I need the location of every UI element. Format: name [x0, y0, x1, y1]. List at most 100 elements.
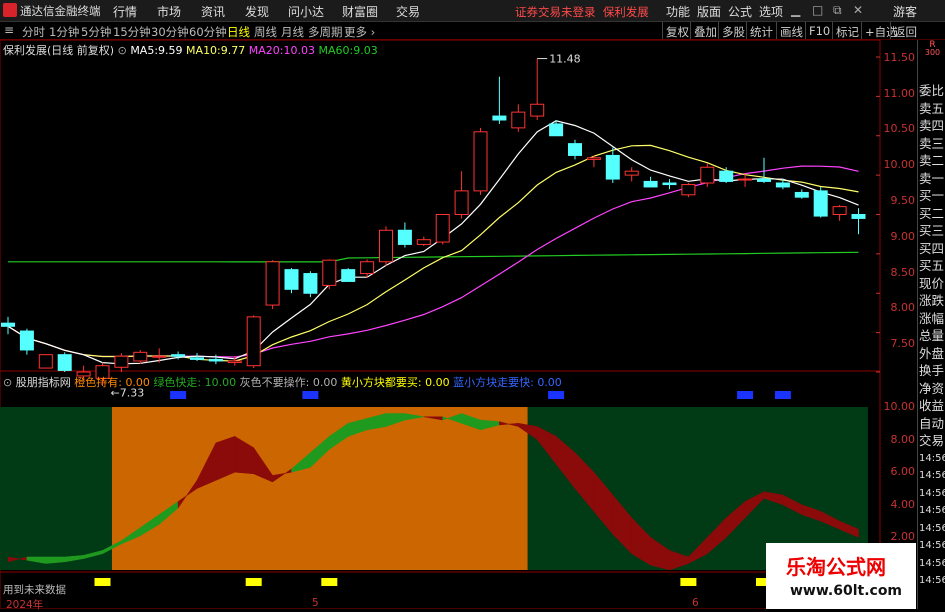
date-label: 5: [312, 597, 319, 609]
sidebar-item[interactable]: 净资: [919, 380, 945, 397]
sidebar-item[interactable]: 14:56: [919, 467, 945, 484]
sidebar-item[interactable]: 14:56: [919, 555, 945, 572]
candle-body: [681, 184, 696, 196]
indicator-zone: [111, 407, 528, 570]
candle-body: [662, 182, 677, 186]
candle-body: [133, 351, 148, 362]
sidebar-item[interactable]: 14:56: [919, 502, 945, 519]
future-data-hint: 用到未来数据: [3, 584, 66, 596]
sidebar-item[interactable]: 14:56: [919, 520, 945, 537]
candle-body: [19, 330, 34, 351]
candle-body: [794, 191, 809, 198]
sidebar-item[interactable]: 涨幅: [919, 310, 945, 327]
sidebar-item[interactable]: 买三: [919, 222, 945, 239]
sidebar-item[interactable]: 卖一: [919, 170, 945, 187]
candle-body: [454, 190, 469, 215]
y-tick: 11.50: [883, 51, 916, 64]
ma5-legend: MA5:9.59: [130, 44, 183, 57]
y-tick: 10.50: [883, 122, 916, 135]
candle-body: [114, 355, 129, 368]
blue-signal-mark: [737, 391, 754, 399]
candle-body: [719, 170, 734, 182]
ind-y-tick: 8.00: [890, 433, 916, 446]
y-tick: 11.00: [883, 87, 916, 100]
sidebar-item[interactable]: 换手: [919, 362, 945, 379]
settings-icon[interactable]: ⊙: [3, 376, 12, 389]
candle-body: [813, 190, 828, 217]
candle-body: [492, 115, 507, 121]
watermark: 乐淘公式网 www.60lt.com: [766, 543, 916, 609]
candle-body: [379, 229, 393, 263]
candle-body: [208, 358, 223, 362]
candle-body: [757, 178, 771, 182]
ind-y-tick: 10.00: [883, 400, 916, 413]
sidebar-item[interactable]: 14:56: [919, 572, 945, 589]
candle-body: [360, 261, 375, 275]
sidebar-item[interactable]: 涨跌: [919, 292, 945, 309]
candle-body: [586, 157, 601, 160]
price-axis: 11.50 11.00 10.50 10.00 9.50 9.00 8.50 8…: [880, 40, 917, 609]
y-tick: 9.50: [890, 194, 916, 207]
high-price-label: 11.48: [549, 53, 581, 66]
ind-y-tick: 4.00: [890, 498, 916, 511]
sidebar-item[interactable]: 卖五: [919, 100, 945, 117]
blue-signal-mark: [302, 391, 319, 399]
sidebar-item[interactable]: 外盘: [919, 345, 945, 362]
indicator-legend: ⊙ 股朋指标网 橙色持有: 0.00 绿色快走: 10.00 灰色不要操作: 0…: [3, 374, 562, 390]
candle-body: [341, 269, 356, 282]
yellow-signal-mark: [94, 578, 111, 586]
sidebar-item[interactable]: 交易: [919, 432, 945, 449]
yellow-signal-mark: [245, 578, 262, 586]
legend-gray-wait: 灰色不要操作: 0.00: [239, 376, 338, 389]
chart-canvas[interactable]: 11.48←7.33: [0, 0, 945, 609]
sidebar-item[interactable]: 卖三: [919, 135, 945, 152]
candle-body: [1, 322, 15, 327]
ma60-line: [8, 251, 859, 263]
sidebar-item[interactable]: 现价: [919, 275, 945, 292]
y-tick: 10.00: [883, 158, 916, 171]
candle-body: [700, 166, 715, 184]
candle-body: [284, 269, 299, 290]
y-tick: 8.00: [890, 301, 916, 314]
candle-body: [851, 214, 866, 219]
sidebar-top-num: 300: [924, 48, 941, 57]
candle-body: [568, 143, 582, 156]
y-tick: 9.00: [890, 230, 916, 243]
settings-icon[interactable]: ⊙: [118, 44, 127, 57]
sidebar-item[interactable]: 买五: [919, 257, 945, 274]
sidebar-item[interactable]: 买一: [919, 187, 945, 204]
candle-body: [246, 316, 261, 367]
candle-body: [38, 354, 53, 369]
sidebar-item[interactable]: 14:56: [919, 537, 945, 554]
quote-sidebar: R 300 委比 卖五 卖四 卖三 卖二 卖一 买一 买二 买三 买四 买五 现价 涨跌 涨幅 总量 外盘 换手…: [917, 40, 945, 609]
indicator-zone: [0, 407, 112, 570]
sidebar-item[interactable]: 总量: [919, 327, 945, 344]
ma5-line: [7, 120, 859, 365]
yellow-signal-mark: [321, 578, 338, 586]
candle-body: [265, 261, 280, 306]
sidebar-item[interactable]: 14:56: [919, 485, 945, 502]
blue-signal-mark: [170, 391, 187, 399]
sidebar-item[interactable]: 买四: [919, 240, 945, 257]
ma60-legend: MA60:9.03: [318, 44, 378, 57]
candle-body: [435, 214, 450, 243]
sidebar-item[interactable]: 卖四: [919, 117, 945, 134]
y-tick: 7.50: [890, 337, 916, 350]
sidebar-item[interactable]: 委比: [919, 82, 945, 99]
y-tick: 8.50: [890, 266, 916, 279]
sidebar-item[interactable]: 买二: [919, 205, 945, 222]
sidebar-item[interactable]: 卖二: [919, 152, 945, 169]
sidebar-item[interactable]: 14:56: [919, 450, 945, 467]
sidebar-item[interactable]: 自动: [919, 415, 945, 432]
candle-body: [303, 273, 318, 294]
sidebar-item[interactable]: 收益: [919, 397, 945, 414]
candle-body: [530, 103, 545, 117]
watermark-url: www.60lt.com: [790, 583, 903, 599]
candle-body: [416, 239, 431, 245]
candle-body: [322, 259, 337, 286]
candle-body: [473, 131, 488, 192]
candle-body: [152, 355, 167, 358]
blue-signal-mark: [548, 391, 565, 399]
candle-body: [190, 357, 204, 360]
candle-body: [511, 111, 526, 129]
